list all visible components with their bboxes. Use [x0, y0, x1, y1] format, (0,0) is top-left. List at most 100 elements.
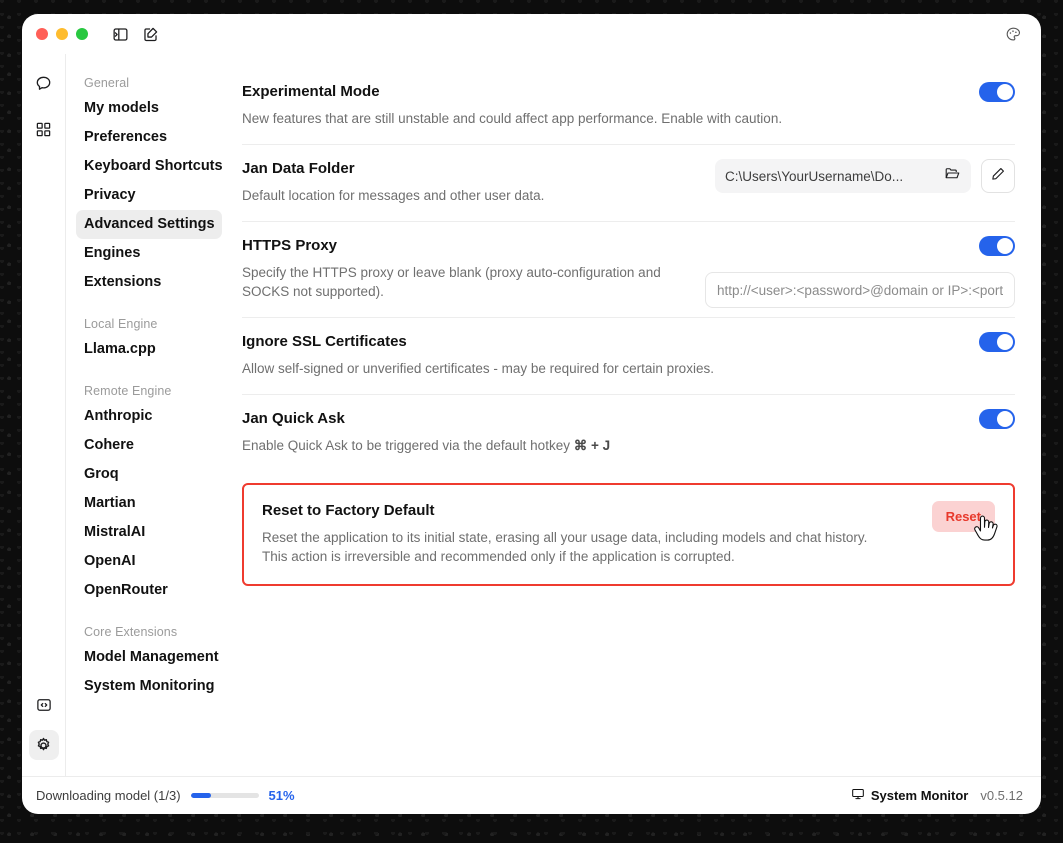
- setting-title: Experimental Mode: [242, 83, 380, 100]
- download-status-text: Downloading model (1/3): [36, 788, 181, 803]
- app-window: General My models Preferences Keyboard S…: [22, 14, 1041, 814]
- setting-row: Jan Quick Ask Enable Quick Ask to be tri…: [242, 409, 1015, 455]
- setting-row: Jan Data Folder Default location for mes…: [242, 159, 1015, 205]
- setting-experimental-mode: Experimental Mode New features that are …: [242, 68, 1015, 144]
- setting-control: [979, 409, 1015, 429]
- data-folder-path: C:\Users\YourUsername\Do...: [725, 168, 904, 184]
- setting-texts: Ignore SSL Certificates Allow self-signe…: [242, 332, 963, 378]
- nav-gap-1: [76, 297, 222, 311]
- setting-texts: Reset to Factory Default Reset the appli…: [262, 501, 916, 566]
- sidebar-item-advanced-settings[interactable]: Advanced Settings: [76, 210, 222, 239]
- nav-group-local-engine-label: Local Engine: [84, 317, 158, 331]
- setting-title: HTTPS Proxy: [242, 237, 338, 254]
- setting-title: Jan Data Folder: [242, 160, 355, 177]
- gear-icon[interactable]: [28, 730, 59, 760]
- setting-texts: Jan Data Folder Default location for mes…: [242, 159, 699, 205]
- nav-group-core-extensions-label: Core Extensions: [84, 625, 178, 639]
- data-folder-field[interactable]: C:\Users\YourUsername\Do...: [715, 159, 971, 193]
- chat-icon[interactable]: [29, 68, 59, 98]
- setting-title: Ignore SSL Certificates: [242, 333, 407, 350]
- sidebar-item-openrouter[interactable]: OpenRouter: [76, 576, 222, 605]
- setting-description: Allow self-signed or unverified certific…: [242, 361, 714, 376]
- status-bar-right: System Monitor v0.5.12: [851, 787, 1023, 804]
- setting-row: Reset to Factory Default Reset the appli…: [262, 501, 995, 566]
- sidebar-item-model-management[interactable]: Model Management: [76, 643, 222, 672]
- title-bar-right: [1003, 24, 1027, 44]
- nav-group-general-label: General: [84, 76, 130, 90]
- setting-title: Jan Quick Ask: [242, 410, 345, 427]
- maximize-button[interactable]: [76, 28, 88, 40]
- setting-control: [979, 82, 1015, 102]
- reset-to-factory-default-section: Reset to Factory Default Reset the appli…: [242, 483, 1015, 586]
- title-bar: [22, 14, 1041, 54]
- sidebar-item-llama-cpp[interactable]: Llama.cpp: [76, 335, 222, 364]
- toggle-knob: [997, 238, 1013, 254]
- download-progress-bar: [190, 793, 259, 798]
- setting-jan-data-folder: Jan Data Folder Default location for mes…: [242, 144, 1015, 221]
- sidebar-item-openai[interactable]: OpenAI: [76, 547, 222, 576]
- setting-description: Reset the application to its initial sta…: [262, 530, 868, 564]
- sidebar-item-extensions[interactable]: Extensions: [76, 268, 222, 297]
- setting-description: Enable Quick Ask to be triggered via the…: [242, 436, 802, 455]
- download-progress-fill: [190, 793, 211, 798]
- download-progress-percent: 51%: [268, 788, 295, 803]
- setting-texts: Jan Quick Ask Enable Quick Ask to be tri…: [242, 409, 963, 455]
- edit-data-folder-button[interactable]: [981, 159, 1015, 193]
- sidebar-item-my-models[interactable]: My models: [76, 94, 222, 123]
- setting-texts: Experimental Mode New features that are …: [242, 82, 963, 128]
- sidebar-item-mistralai[interactable]: MistralAI: [76, 518, 222, 547]
- setting-control: C:\Users\YourUsername\Do...: [715, 159, 1015, 193]
- sidebar-item-anthropic[interactable]: Anthropic: [76, 402, 222, 431]
- sidebar-item-engines[interactable]: Engines: [76, 239, 222, 268]
- setting-control: [979, 236, 1015, 256]
- monitor-icon: [851, 787, 865, 804]
- sidebar-item-groq[interactable]: Groq: [76, 460, 222, 489]
- setting-title: Reset to Factory Default: [262, 502, 435, 519]
- system-monitor-label: System Monitor: [870, 788, 969, 803]
- pencil-icon: [990, 166, 1006, 187]
- reset-button[interactable]: Reset: [931, 501, 995, 532]
- screen: General My models Preferences Keyboard S…: [0, 0, 1063, 843]
- toggle-knob: [997, 334, 1013, 350]
- system-monitor-button[interactable]: System Monitor: [851, 787, 969, 804]
- window-body: General My models Preferences Keyboard S…: [22, 54, 1041, 776]
- setting-jan-quick-ask: Jan Quick Ask Enable Quick Ask to be tri…: [242, 394, 1015, 471]
- sidebar-item-privacy[interactable]: Privacy: [76, 181, 222, 210]
- settings-content: Experimental Mode New features that are …: [232, 54, 1041, 776]
- sidebar-item-martian[interactable]: Martian: [76, 489, 222, 518]
- setting-control: Reset: [931, 501, 995, 532]
- icon-rail: [22, 54, 66, 776]
- window-controls: [36, 28, 88, 40]
- jan-quick-ask-toggle[interactable]: [979, 409, 1015, 429]
- sidebar-item-keyboard-shortcuts[interactable]: Keyboard Shortcuts: [76, 152, 223, 181]
- app-version: v0.5.12: [980, 788, 1023, 803]
- grid-icon[interactable]: [29, 114, 59, 144]
- ignore-ssl-toggle[interactable]: [979, 332, 1015, 352]
- quick-ask-desc-text: Enable Quick Ask to be triggered via the…: [242, 438, 574, 453]
- sidebar-item-preferences[interactable]: Preferences: [76, 123, 222, 152]
- https-proxy-input[interactable]: [705, 272, 1015, 308]
- https-proxy-toggle[interactable]: [979, 236, 1015, 256]
- setting-ignore-ssl: Ignore SSL Certificates Allow self-signe…: [242, 317, 1015, 394]
- compose-icon[interactable]: [140, 24, 160, 44]
- title-bar-tools: [110, 24, 160, 44]
- panel-collapse-icon[interactable]: [110, 24, 130, 44]
- folder-open-icon[interactable]: [944, 165, 961, 187]
- close-button[interactable]: [36, 28, 48, 40]
- code-icon[interactable]: [29, 690, 59, 720]
- setting-description: Default location for messages and other …: [242, 188, 545, 203]
- nav-group-remote-engine-label: Remote Engine: [84, 384, 172, 398]
- toggle-knob: [997, 84, 1013, 100]
- nav-gap-3: [76, 605, 222, 619]
- palette-icon[interactable]: [1003, 24, 1023, 44]
- sidebar-item-cohere[interactable]: Cohere: [76, 431, 222, 460]
- setting-description: New features that are still unstable and…: [242, 111, 783, 126]
- sidebar-item-system-monitoring[interactable]: System Monitoring: [76, 672, 222, 701]
- setting-https-proxy: HTTPS Proxy Specify the HTTPS proxy or l…: [242, 221, 1015, 317]
- download-status: Downloading model (1/3) 51%: [36, 788, 295, 803]
- experimental-mode-toggle[interactable]: [979, 82, 1015, 102]
- rail-bottom-group: [28, 690, 59, 776]
- status-bar: Downloading model (1/3) 51% System Monit…: [22, 776, 1041, 814]
- minimize-button[interactable]: [56, 28, 68, 40]
- settings-sidebar: General My models Preferences Keyboard S…: [66, 54, 232, 776]
